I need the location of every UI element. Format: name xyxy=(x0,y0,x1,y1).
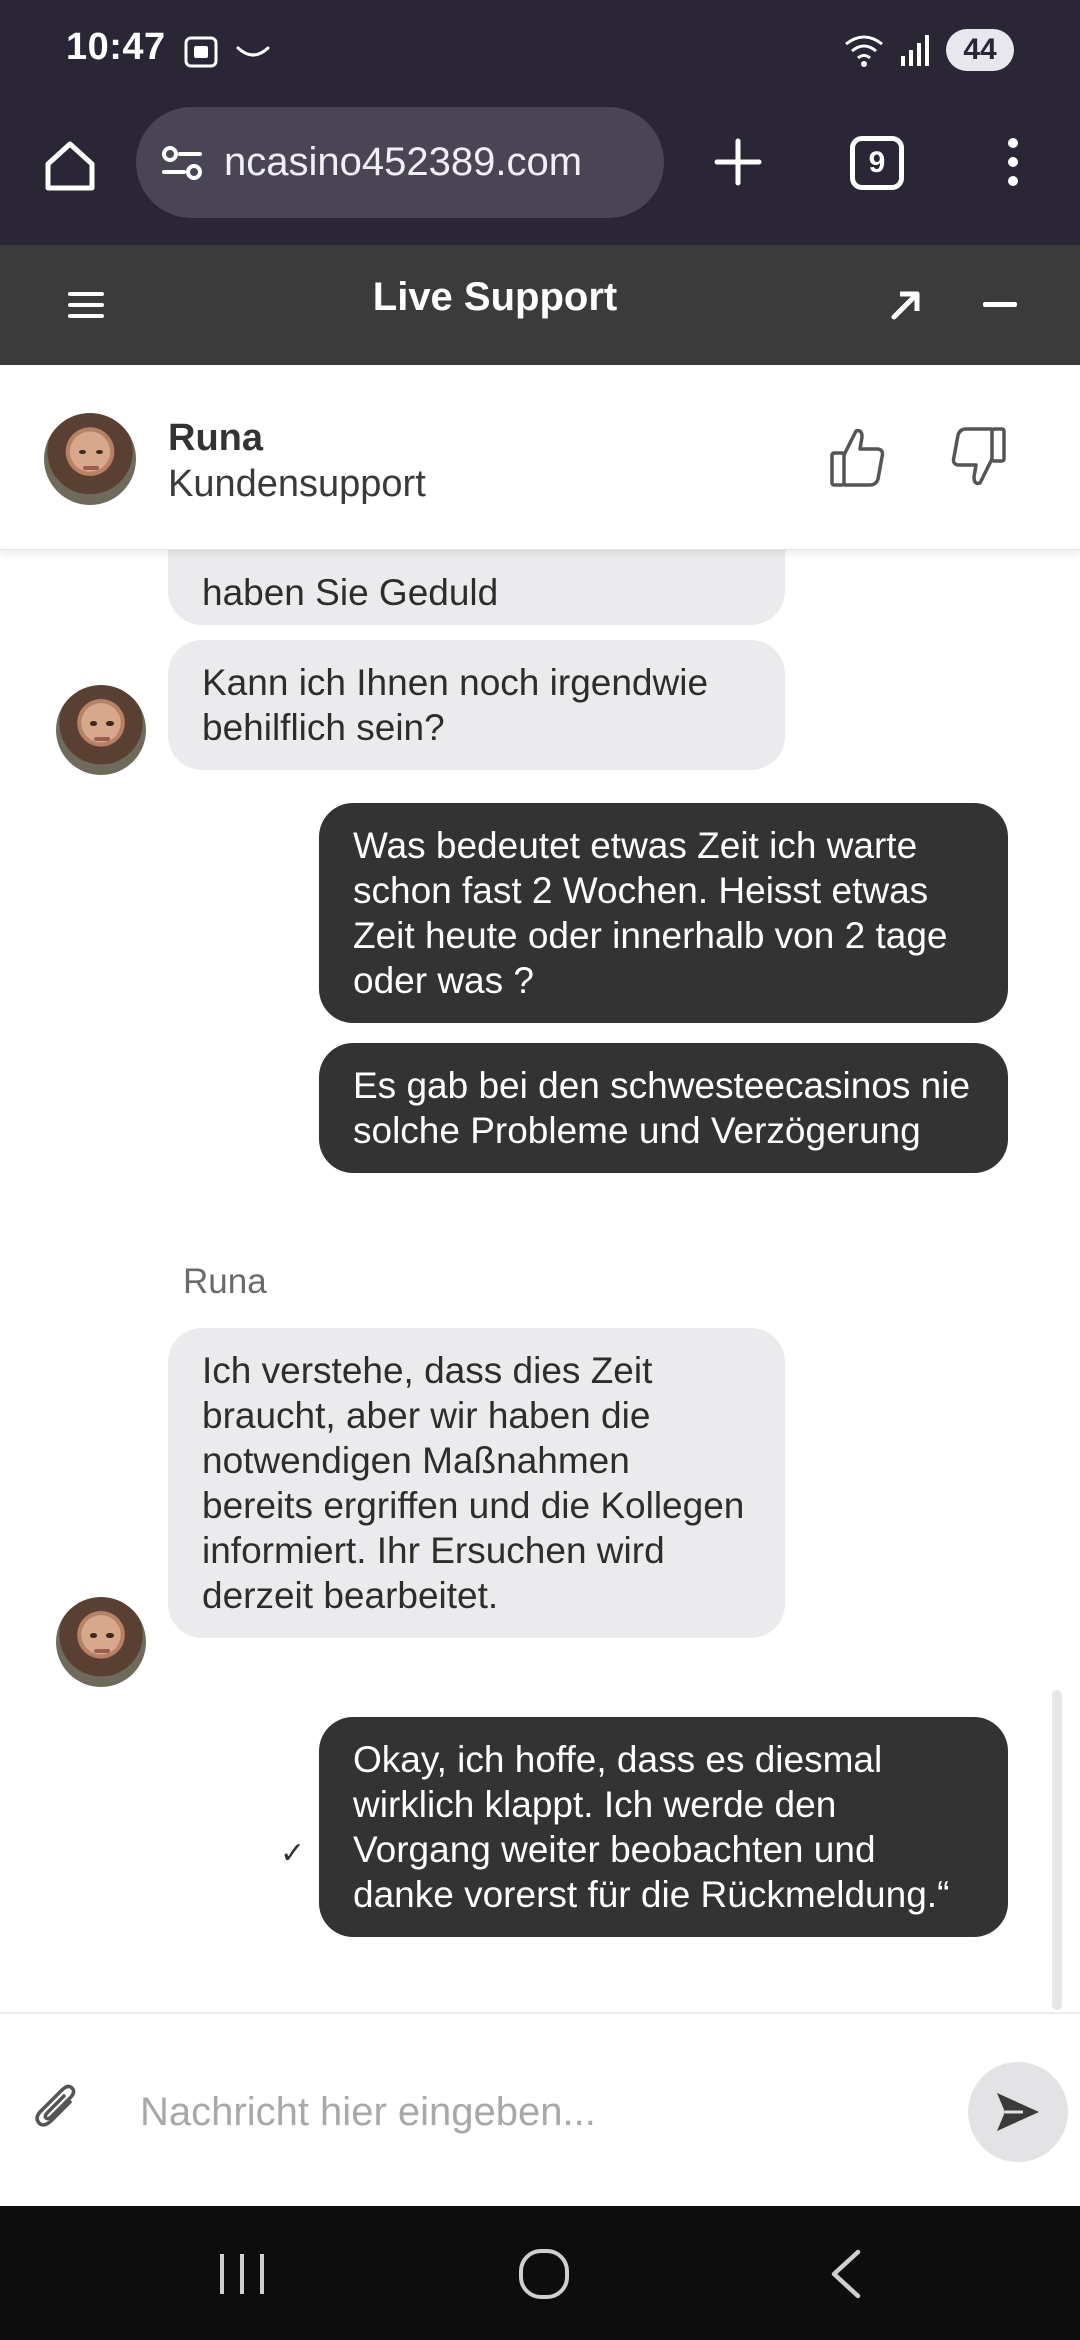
new-tab-button[interactable] xyxy=(706,130,770,194)
home-icon xyxy=(45,141,95,191)
thumbs-up-icon[interactable] xyxy=(828,425,888,489)
chat-header: Live Support xyxy=(0,245,1080,365)
status-icons-left xyxy=(182,32,272,72)
message-text: Was bedeutet etwas Zeit ich warte schon … xyxy=(353,825,948,1001)
back-icon[interactable] xyxy=(822,2248,872,2300)
send-icon xyxy=(997,2093,1039,2131)
minimize-button[interactable] xyxy=(976,281,1024,329)
message-text: haben Sie Geduld xyxy=(202,572,499,613)
site-settings-icon[interactable] xyxy=(158,139,206,187)
browser-menu-button[interactable] xyxy=(996,130,1030,194)
wifi-icon xyxy=(845,35,883,67)
composer-bar xyxy=(0,2012,1080,2206)
status-bar: 10:47 44 xyxy=(0,0,1080,100)
message-text: Ich verstehe, dass dies Zeit braucht, ab… xyxy=(202,1350,745,1616)
home-nav-icon[interactable] xyxy=(516,2246,572,2302)
message-outgoing: Okay, ich hoffe, dass es diesmal wirklic… xyxy=(319,1717,1008,1937)
battery-indicator: 44 xyxy=(946,29,1014,71)
url-text[interactable]: ncasino452389.com xyxy=(224,140,664,185)
screenshot-icon xyxy=(184,36,218,68)
status-time: 10:47 xyxy=(66,26,166,68)
signal-icon xyxy=(901,35,929,66)
message-incoming: Ich verstehe, dass dies Zeit braucht, ab… xyxy=(168,1328,785,1638)
agent-card: Runa Kundensupport xyxy=(0,365,1080,550)
message-text: Kann ich Ihnen noch irgendwie behilflich… xyxy=(202,662,709,748)
more-vertical-icon xyxy=(1008,138,1018,186)
message-outgoing: Was bedeutet etwas Zeit ich warte schon … xyxy=(319,803,1008,1023)
arrow-up-right-icon xyxy=(891,291,920,320)
popout-button[interactable] xyxy=(882,281,930,329)
status-icons-right: 44 xyxy=(842,28,1014,72)
message-outgoing: Es gab bei den schwesteecasinos nie solc… xyxy=(319,1043,1008,1173)
message-list[interactable]: haben Sie Geduld Kann ich Ihnen noch irg… xyxy=(0,550,1080,2012)
send-button[interactable] xyxy=(968,2062,1068,2162)
message-incoming: Kann ich Ihnen noch irgendwie behilflich… xyxy=(168,640,785,770)
system-nav-bar xyxy=(0,2206,1080,2340)
home-button[interactable] xyxy=(38,134,102,198)
sender-label: Runa xyxy=(183,1262,267,1301)
message-input[interactable] xyxy=(138,2072,938,2152)
message-text: Es gab bei den schwesteecasinos nie solc… xyxy=(353,1065,971,1151)
message-avatar xyxy=(56,1597,146,1687)
plus-icon xyxy=(714,138,762,186)
agent-role: Kundensupport xyxy=(168,463,426,505)
agent-name: Runa xyxy=(168,417,263,459)
paperclip-icon[interactable] xyxy=(34,2080,80,2132)
scrollbar[interactable] xyxy=(1052,1690,1062,2010)
address-bar[interactable]: ncasino452389.com xyxy=(136,107,664,218)
message-avatar xyxy=(56,685,146,775)
browser-toolbar: ncasino452389.com 9 xyxy=(0,100,1080,245)
minus-icon xyxy=(983,302,1017,307)
agent-avatar xyxy=(44,413,136,505)
message-text: Okay, ich hoffe, dass es diesmal wirklic… xyxy=(353,1739,950,1915)
read-receipt-icon: ✓ xyxy=(280,1837,306,1870)
smile-notification-icon xyxy=(236,46,270,57)
thumbs-down-icon[interactable] xyxy=(948,425,1008,489)
tab-switcher-button[interactable]: 9 xyxy=(850,136,904,190)
recents-icon[interactable] xyxy=(214,2250,270,2298)
message-incoming: haben Sie Geduld xyxy=(168,550,785,625)
